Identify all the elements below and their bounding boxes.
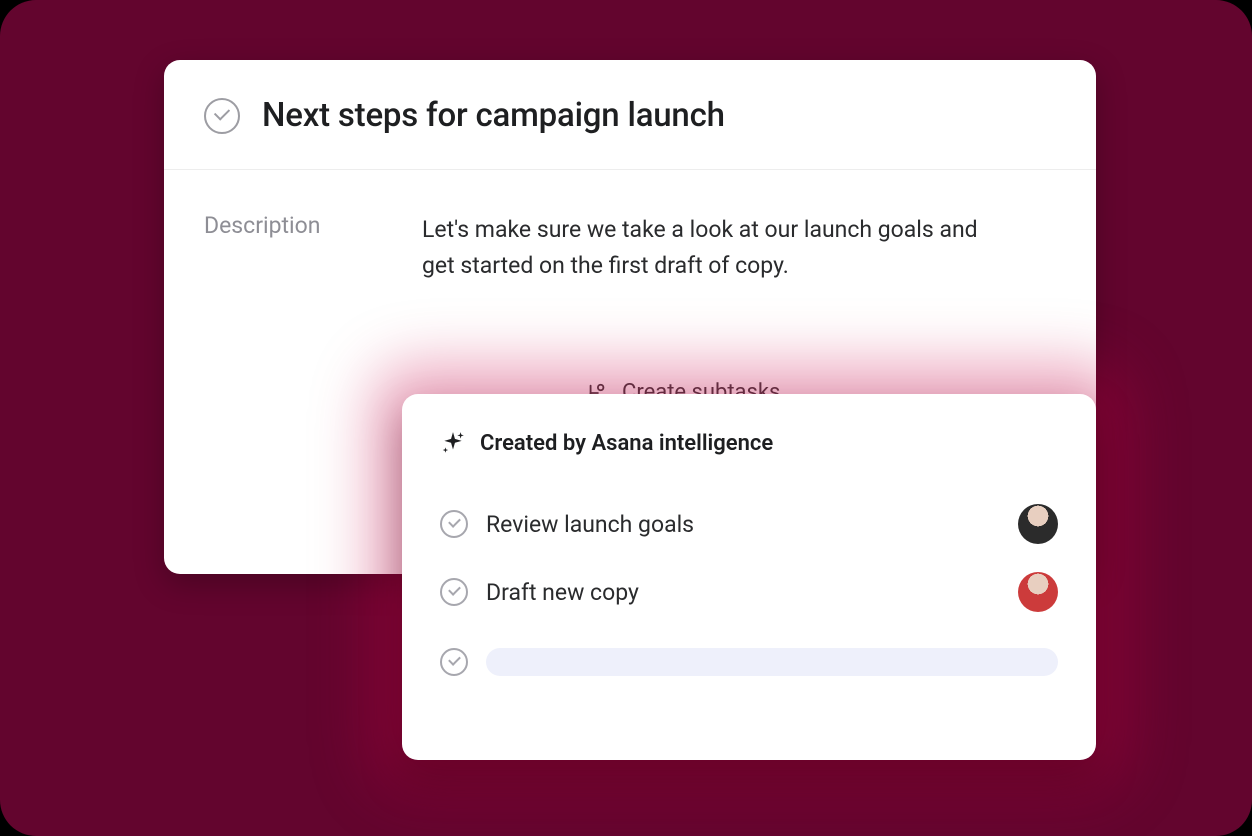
ai-subtasks-panel: Created by Asana intelligence Review lau… — [402, 394, 1096, 760]
subtask-checkbox[interactable] — [440, 648, 468, 676]
sparkle-icon — [440, 430, 466, 456]
complete-task-checkbox[interactable] — [204, 98, 240, 134]
stage: Next steps for campaign launch Descripti… — [0, 0, 1252, 836]
assignee-avatar[interactable] — [1018, 504, 1058, 544]
subtask-row[interactable]: Draft new copy — [440, 558, 1058, 626]
task-title[interactable]: Next steps for campaign launch — [262, 96, 725, 135]
assignee-avatar[interactable] — [1018, 572, 1058, 612]
task-header: Next steps for campaign launch — [164, 60, 1096, 170]
description-field-label: Description — [204, 212, 364, 283]
ai-subtasks-header: Created by Asana intelligence — [440, 430, 1058, 456]
subtask-row[interactable]: Review launch goals — [440, 490, 1058, 558]
ai-subtasks-heading: Created by Asana intelligence — [480, 431, 773, 456]
subtask-checkbox[interactable] — [440, 578, 468, 606]
subtask-title-placeholder[interactable] — [486, 648, 1058, 676]
subtask-title[interactable]: Draft new copy — [486, 579, 1000, 606]
subtask-row-placeholder[interactable] — [440, 626, 1058, 676]
task-body: Description Let's make sure we take a lo… — [164, 170, 1096, 283]
subtask-checkbox[interactable] — [440, 510, 468, 538]
description-field-value[interactable]: Let's make sure we take a look at our la… — [422, 212, 1012, 283]
subtask-title[interactable]: Review launch goals — [486, 511, 1000, 538]
